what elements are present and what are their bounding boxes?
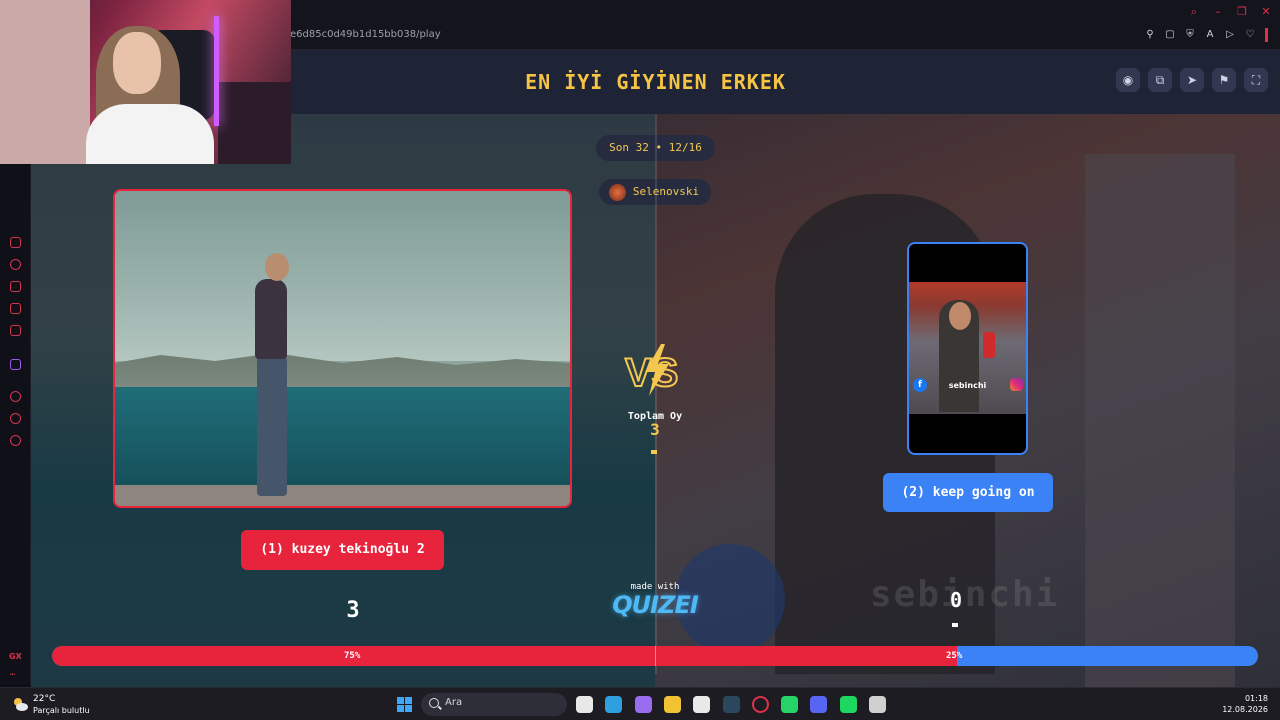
screenshot-icon[interactable]: ▢	[1165, 30, 1175, 40]
player-icon[interactable]	[10, 391, 21, 402]
file-explorer-icon[interactable]	[663, 696, 681, 713]
pin-icon[interactable]: ⚲	[1145, 30, 1155, 40]
left-percent: 75%	[344, 651, 361, 661]
history-icon[interactable]	[10, 413, 21, 424]
send-icon[interactable]: ➤	[1180, 68, 1204, 92]
screen: e6d85c0d49b1d15bb038/play ⌕ – ❐ ✕ ⚲ ▢ ⛨ …	[0, 0, 1280, 720]
play-icon[interactable]: ▷	[1225, 30, 1235, 40]
left-vote-fill	[52, 646, 957, 666]
temperature: 22°C	[33, 694, 56, 704]
refresh-icon[interactable]	[10, 259, 21, 270]
chrome-icon[interactable]	[869, 696, 886, 713]
vote-progress-bar: 75% 25%	[52, 646, 1258, 666]
copilot-icon[interactable]	[634, 696, 652, 713]
avatar	[609, 184, 626, 201]
eye-icon[interactable]: ◉	[1116, 68, 1140, 92]
translate-icon[interactable]: A	[1205, 30, 1215, 40]
twitch-icon[interactable]	[10, 359, 21, 370]
steam-icon[interactable]	[722, 696, 740, 713]
heart-icon[interactable]: ♡	[1245, 30, 1255, 40]
webcam-overlay	[0, 0, 291, 164]
right-percent: 25%	[946, 651, 963, 661]
instagram-icon[interactable]	[10, 303, 21, 314]
total-votes-value: 3	[650, 420, 660, 439]
search-placeholder: Ara	[445, 697, 463, 708]
more-icon[interactable]: ⋯	[10, 670, 15, 680]
address-bar[interactable]: e6d85c0d49b1d15bb038/play	[290, 29, 441, 40]
header-actions: ◉ ⧉ ➤ ⚑ ⛶	[1116, 68, 1268, 92]
whatsapp-icon[interactable]	[781, 696, 799, 713]
discord-icon[interactable]	[810, 696, 828, 713]
restore-button[interactable]: ❐	[1236, 6, 1248, 18]
partly-cloudy-icon[interactable]	[12, 696, 28, 712]
window-controls: ⌕ – ❐ ✕	[1188, 6, 1272, 18]
left-choice-image[interactable]	[113, 189, 572, 508]
shield-icon[interactable]: ⛨	[1185, 30, 1195, 40]
clock[interactable]: 01:18 12.08.2026	[1222, 693, 1268, 715]
windows-taskbar: 22°C Parçalı bulutlu Ara 01:18 12.08.202…	[0, 687, 1280, 720]
video-caption: sebinchi	[948, 381, 987, 390]
taskbar-search[interactable]: Ara	[421, 693, 567, 716]
fullscreen-icon[interactable]: ⛶	[1244, 68, 1268, 92]
close-button[interactable]: ✕	[1260, 6, 1272, 18]
extension-toolbar: ⚲ ▢ ⛨ A ▷ ♡	[1145, 28, 1268, 42]
right-choice-video[interactable]: f sebinchi	[907, 242, 1028, 455]
search-icon[interactable]: ⌕	[1188, 6, 1200, 18]
settings-icon[interactable]	[10, 435, 21, 446]
left-score: 3	[346, 598, 360, 623]
clock-date: 12.08.2026	[1222, 705, 1268, 714]
bag-icon[interactable]	[10, 281, 21, 292]
opera-gx-icon[interactable]	[751, 696, 769, 713]
copy-icon[interactable]: ⧉	[1148, 68, 1172, 92]
clock-time: 01:18	[1244, 694, 1268, 703]
spotify-icon[interactable]	[839, 696, 857, 713]
gx-control-bar[interactable]	[1265, 28, 1268, 42]
minimize-button[interactable]: –	[1212, 6, 1224, 18]
left-choice-button[interactable]: (1) kuzey tekinoğlu 2	[241, 530, 444, 570]
weather-description: Parçalı bulutlu	[33, 706, 90, 715]
vs-lightning-icon: VS	[624, 344, 679, 396]
store-icon[interactable]	[693, 696, 711, 713]
task-view-icon[interactable]	[576, 696, 593, 713]
creator-name: Selenovski	[632, 185, 700, 198]
flag-icon[interactable]: ⚑	[1212, 68, 1236, 92]
right-choice-button[interactable]: (2) keep going on	[883, 473, 1053, 512]
right-score: 0	[949, 588, 963, 612]
brand-logo[interactable]: QUIZEI	[591, 591, 719, 619]
search-icon	[429, 698, 439, 708]
browser-sidebar: GX ⋯	[0, 165, 31, 685]
edge-icon[interactable]	[605, 696, 623, 713]
messenger-icon[interactable]	[10, 237, 21, 248]
start-button[interactable]	[397, 697, 412, 712]
gx-logo: GX	[9, 652, 22, 661]
music-icon[interactable]	[10, 325, 21, 336]
